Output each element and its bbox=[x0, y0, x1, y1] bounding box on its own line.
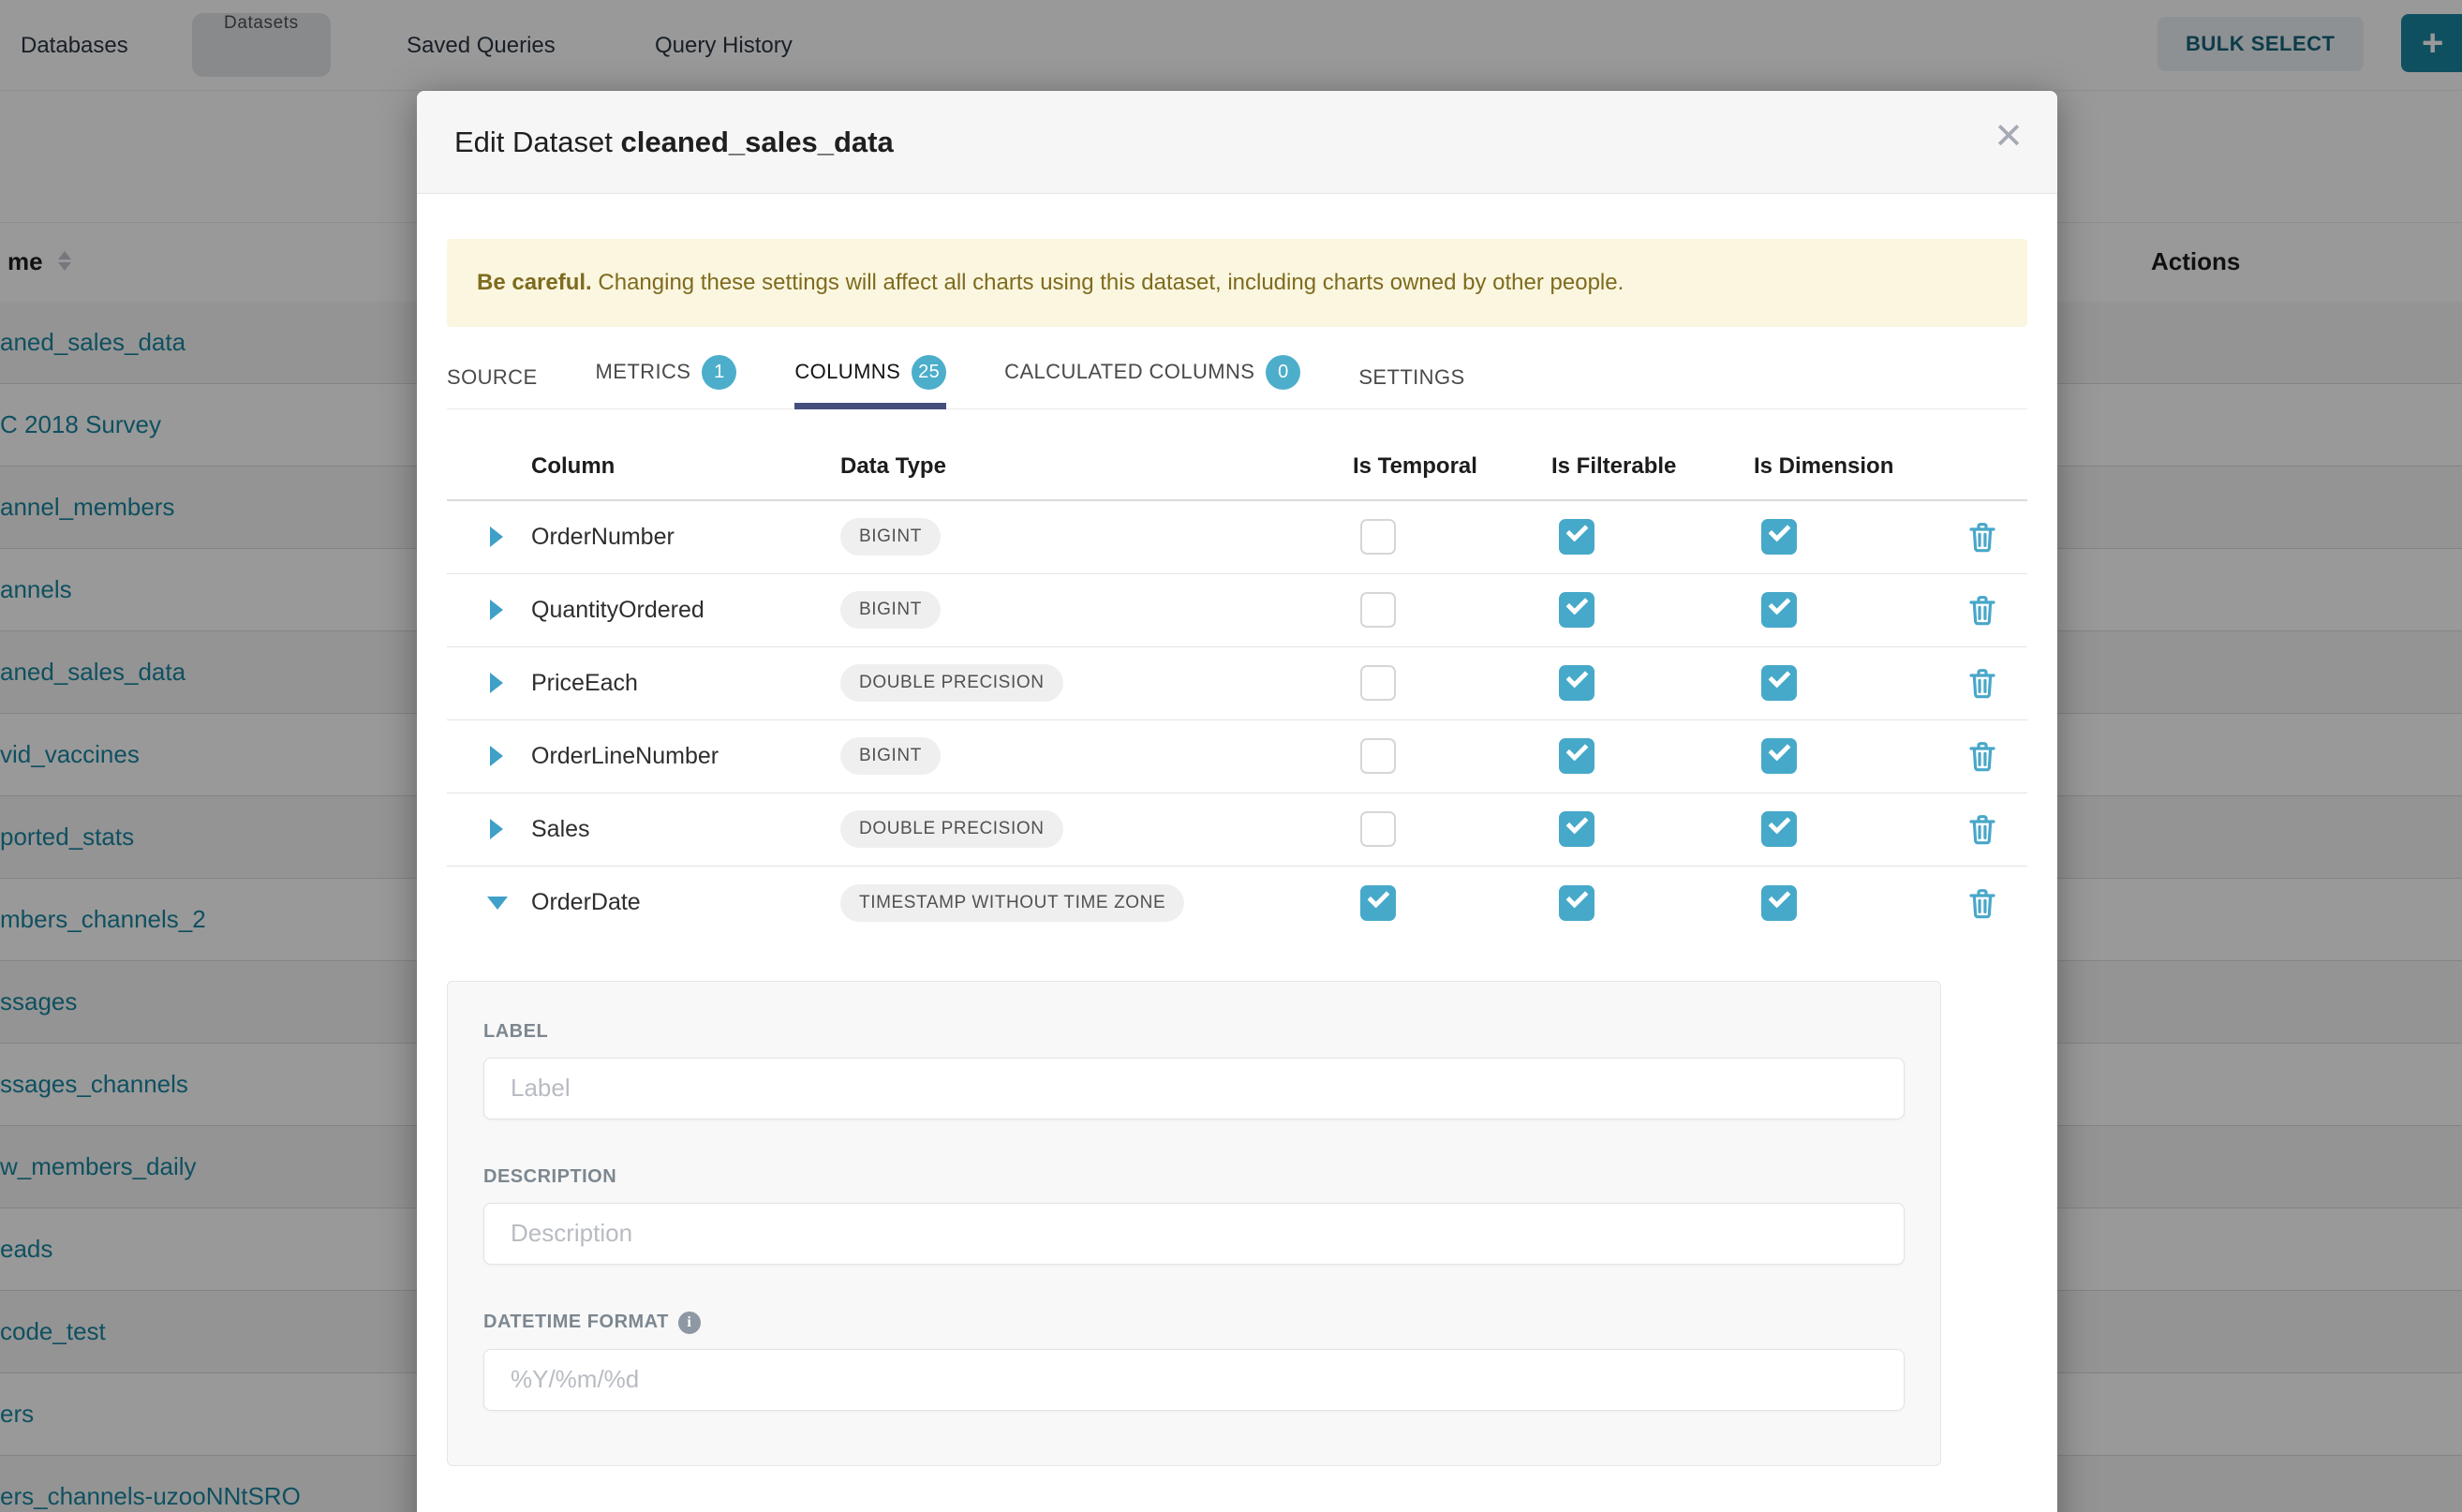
delete-column-icon[interactable] bbox=[1967, 812, 1997, 846]
delete-column-icon[interactable] bbox=[1967, 593, 1997, 627]
calculated-columns-count-badge: 0 bbox=[1266, 355, 1300, 390]
warning-banner: Be careful. Changing these settings will… bbox=[447, 239, 2027, 327]
warning-bold: Be careful. bbox=[477, 270, 592, 295]
column-row: OrderLineNumber BIGINT bbox=[447, 720, 2027, 793]
modal-header: Edit Dataset cleaned_sales_data ✕ bbox=[417, 91, 2057, 194]
column-detail-panel: LABEL DESCRIPTION DATETIME FORMAT i bbox=[447, 981, 1941, 1466]
is-filterable-header: Is Filterable bbox=[1551, 453, 1754, 480]
column-row: Sales DOUBLE PRECISION bbox=[447, 793, 2027, 867]
is-filterable-checkbox[interactable] bbox=[1559, 885, 1594, 921]
data-type-pill: BIGINT bbox=[840, 737, 941, 775]
column-name: QuantityOrdered bbox=[531, 597, 840, 624]
expand-caret-icon[interactable] bbox=[490, 673, 503, 693]
datetime-format-input[interactable] bbox=[483, 1349, 1905, 1411]
is-temporal-checkbox[interactable] bbox=[1360, 885, 1396, 921]
data-type-header: Data Type bbox=[840, 453, 1353, 480]
data-type-pill: BIGINT bbox=[840, 518, 941, 556]
tab-source[interactable]: SOURCE bbox=[447, 365, 538, 408]
tab-calculated-columns[interactable]: CALCULATED COLUMNS0 bbox=[1004, 355, 1300, 408]
warning-text: Changing these settings will affect all … bbox=[592, 270, 1624, 295]
columns-count-badge: 25 bbox=[912, 355, 946, 390]
dataset-name: cleaned_sales_data bbox=[620, 126, 893, 158]
metrics-count-badge: 1 bbox=[702, 355, 736, 390]
label-field-label: LABEL bbox=[483, 1021, 1905, 1043]
edit-dataset-modal: Edit Dataset cleaned_sales_data ✕ Be car… bbox=[417, 91, 2057, 1512]
close-icon[interactable]: ✕ bbox=[1994, 119, 2024, 155]
is-temporal-checkbox[interactable] bbox=[1360, 811, 1396, 847]
is-temporal-checkbox[interactable] bbox=[1360, 592, 1396, 628]
delete-column-icon[interactable] bbox=[1967, 520, 1997, 554]
delete-column-icon[interactable] bbox=[1967, 739, 1997, 773]
column-name: PriceEach bbox=[531, 670, 840, 697]
label-input[interactable] bbox=[483, 1058, 1905, 1119]
collapse-caret-icon[interactable] bbox=[487, 897, 508, 910]
is-dimension-checkbox[interactable] bbox=[1761, 665, 1797, 701]
is-temporal-checkbox[interactable] bbox=[1360, 519, 1396, 555]
column-name: OrderLineNumber bbox=[531, 743, 840, 770]
is-temporal-checkbox[interactable] bbox=[1360, 738, 1396, 774]
delete-column-icon[interactable] bbox=[1967, 886, 1997, 920]
modal-title: Edit Dataset cleaned_sales_data bbox=[454, 126, 894, 159]
column-row-expanded: OrderDate TIMESTAMP WITHOUT TIME ZONE bbox=[447, 867, 2027, 940]
data-type-pill: DOUBLE PRECISION bbox=[840, 664, 1063, 702]
is-temporal-checkbox[interactable] bbox=[1360, 665, 1396, 701]
column-row: QuantityOrdered BIGINT bbox=[447, 574, 2027, 647]
description-field-label: DESCRIPTION bbox=[483, 1166, 1905, 1188]
is-temporal-header: Is Temporal bbox=[1353, 453, 1551, 480]
modal-body: Be careful. Changing these settings will… bbox=[417, 194, 2057, 1512]
expand-caret-icon[interactable] bbox=[490, 746, 503, 766]
column-name: OrderDate bbox=[531, 889, 840, 916]
column-row: PriceEach DOUBLE PRECISION bbox=[447, 647, 2027, 720]
columns-table: Column Data Type Is Temporal Is Filterab… bbox=[447, 434, 2027, 940]
is-dimension-header: Is Dimension bbox=[1754, 453, 1967, 480]
expand-caret-icon[interactable] bbox=[490, 526, 503, 547]
column-header: Column bbox=[531, 453, 840, 480]
expand-caret-icon[interactable] bbox=[490, 600, 503, 620]
tab-metrics[interactable]: METRICS1 bbox=[596, 355, 737, 408]
column-name: OrderNumber bbox=[531, 524, 840, 551]
modal-tabs: SOURCE METRICS1 COLUMNS25 CALCULATED COL… bbox=[447, 355, 2027, 409]
column-name: Sales bbox=[531, 816, 840, 843]
column-row: OrderNumber BIGINT bbox=[447, 501, 2027, 574]
is-dimension-checkbox[interactable] bbox=[1761, 592, 1797, 628]
data-type-pill: BIGINT bbox=[840, 591, 941, 629]
is-filterable-checkbox[interactable] bbox=[1559, 665, 1594, 701]
data-type-pill: DOUBLE PRECISION bbox=[840, 810, 1063, 848]
delete-column-icon[interactable] bbox=[1967, 666, 1997, 700]
is-filterable-checkbox[interactable] bbox=[1559, 811, 1594, 847]
tab-settings[interactable]: SETTINGS bbox=[1358, 365, 1464, 408]
is-dimension-checkbox[interactable] bbox=[1761, 738, 1797, 774]
is-dimension-checkbox[interactable] bbox=[1761, 519, 1797, 555]
is-dimension-checkbox[interactable] bbox=[1761, 885, 1797, 921]
tab-columns[interactable]: COLUMNS25 bbox=[794, 355, 946, 409]
is-filterable-checkbox[interactable] bbox=[1559, 519, 1594, 555]
columns-table-header: Column Data Type Is Temporal Is Filterab… bbox=[447, 434, 2027, 501]
expand-caret-icon[interactable] bbox=[490, 819, 503, 839]
is-filterable-checkbox[interactable] bbox=[1559, 592, 1594, 628]
datetime-format-field-label: DATETIME FORMAT i bbox=[483, 1312, 1905, 1334]
is-dimension-checkbox[interactable] bbox=[1761, 811, 1797, 847]
info-icon[interactable]: i bbox=[678, 1312, 701, 1334]
description-input[interactable] bbox=[483, 1203, 1905, 1265]
data-type-pill: TIMESTAMP WITHOUT TIME ZONE bbox=[840, 884, 1184, 922]
is-filterable-checkbox[interactable] bbox=[1559, 738, 1594, 774]
